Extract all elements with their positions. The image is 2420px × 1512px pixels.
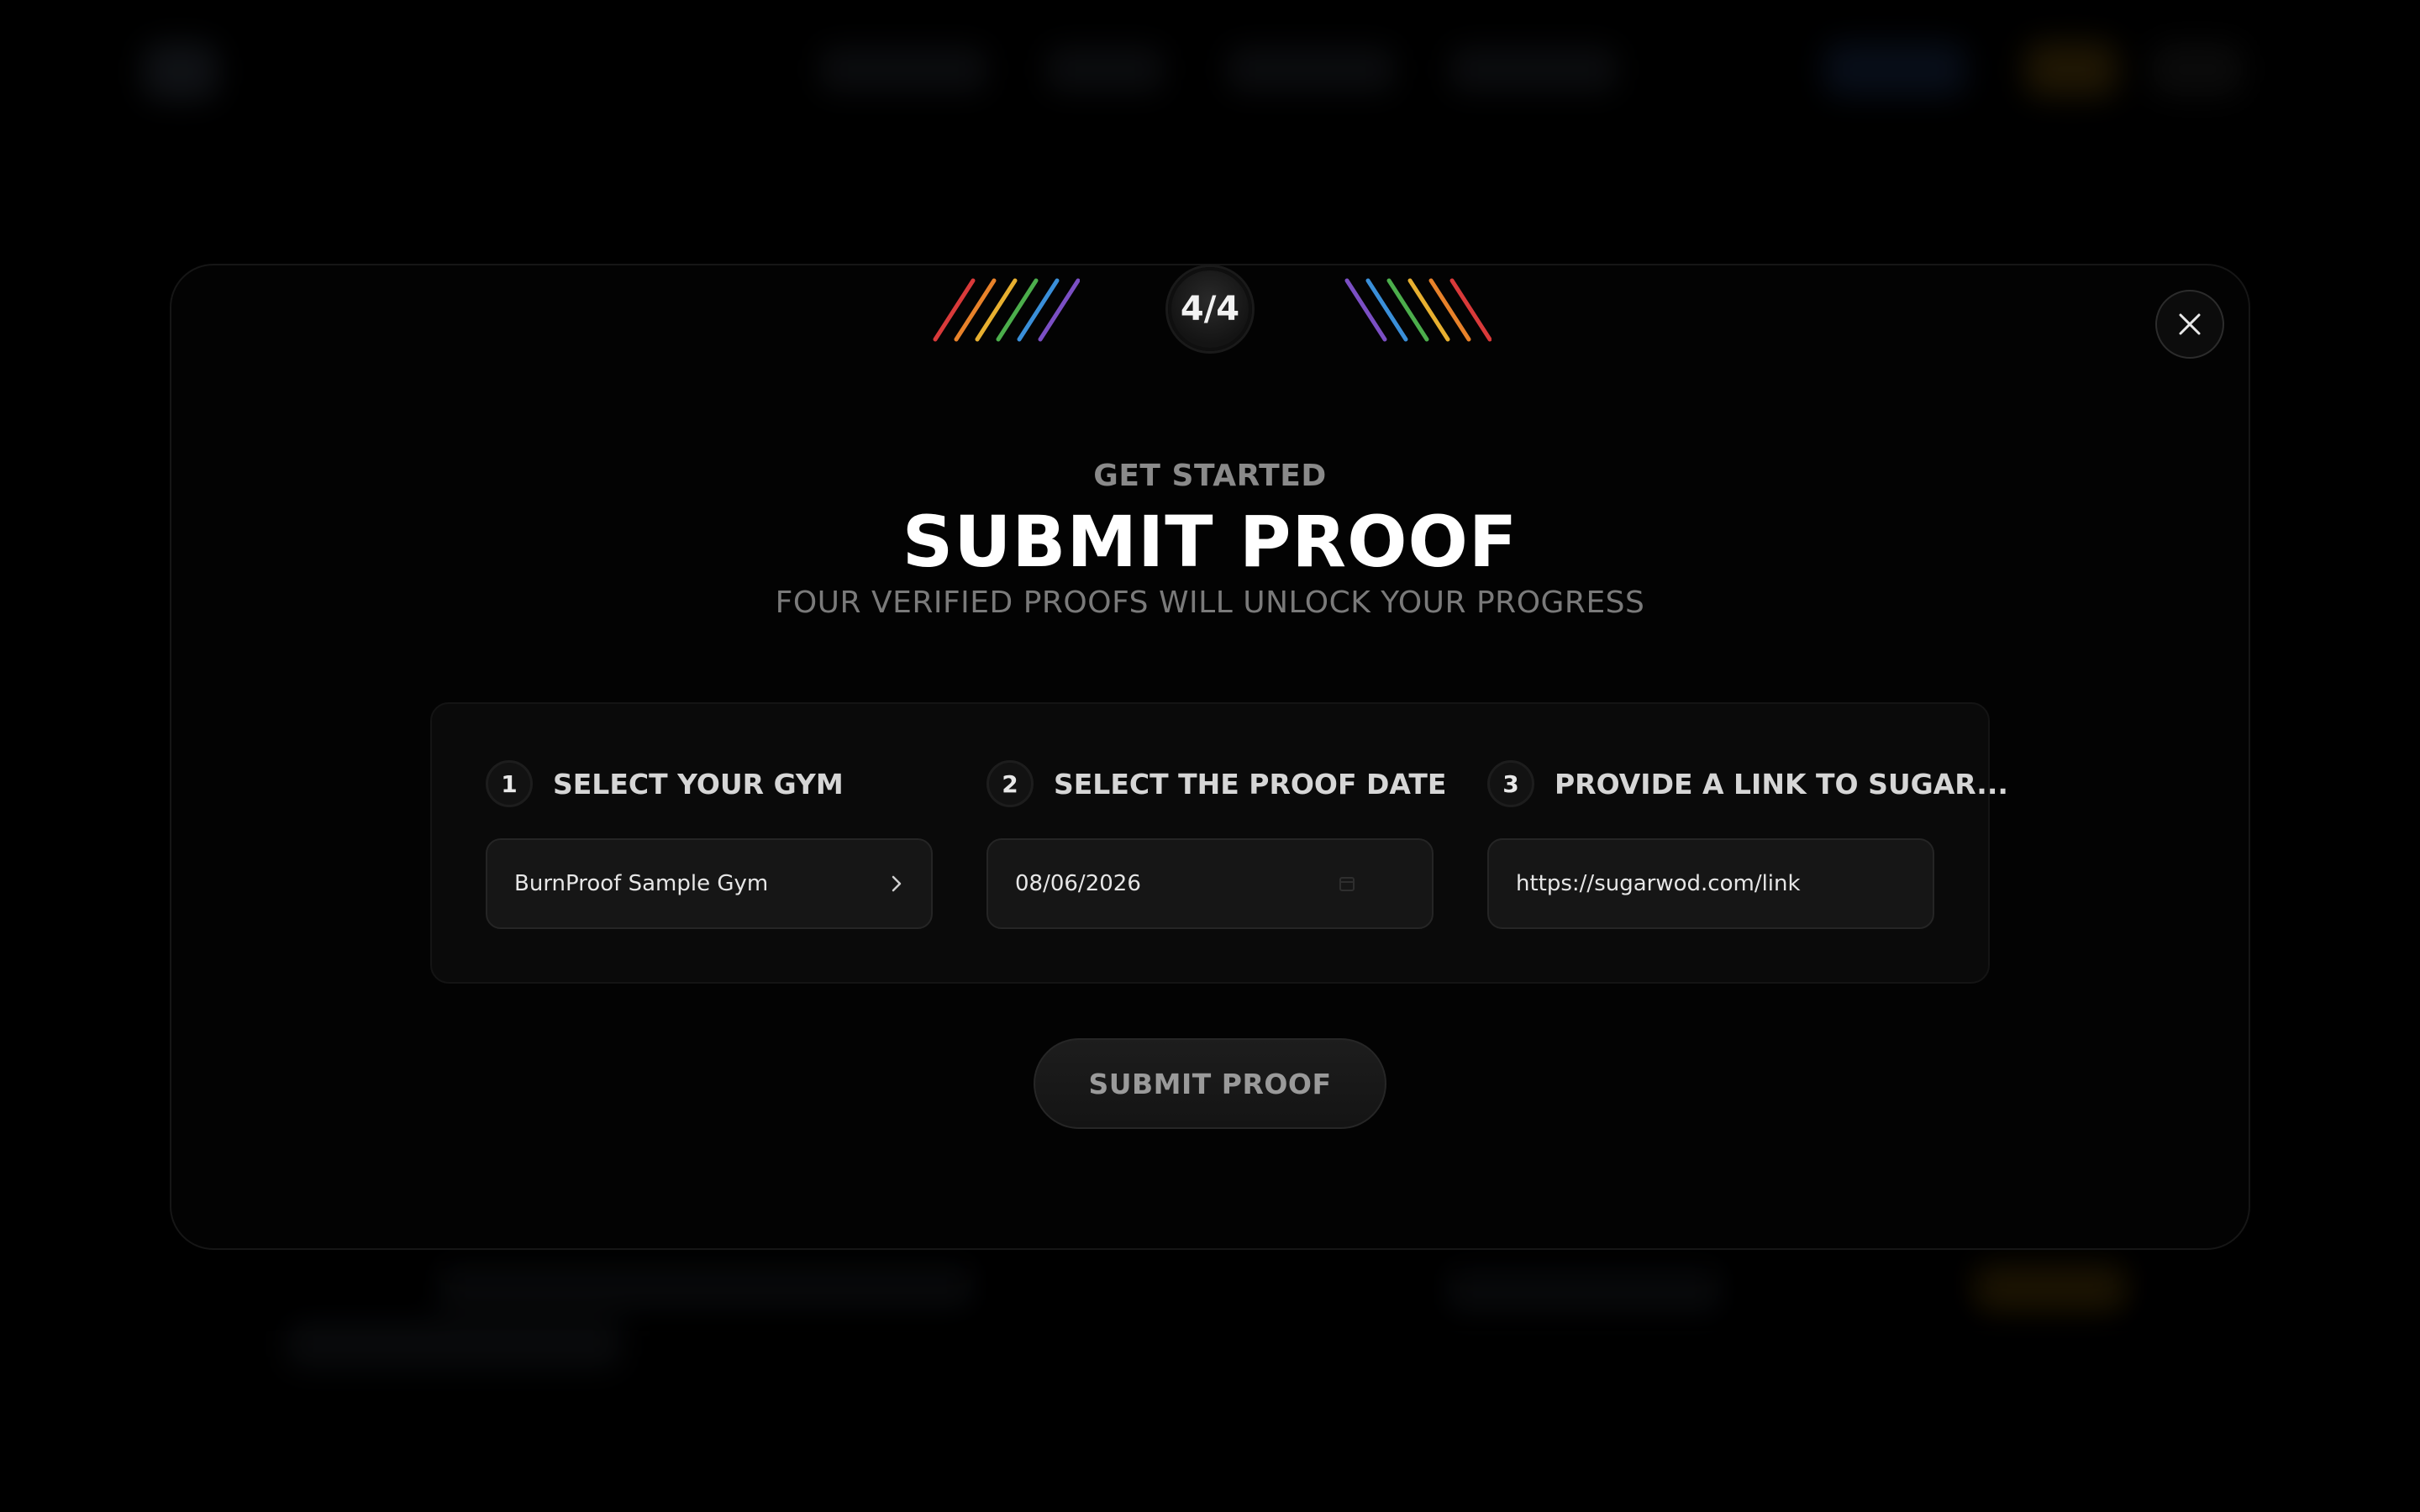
close-icon: [2179, 313, 2201, 335]
background-strip: [437, 1260, 975, 1310]
background-nav-item: [1227, 46, 1395, 92]
modal-subtitle: FOUR VERIFIED PROOFS WILL UNLOCK YOUR PR…: [775, 585, 1645, 620]
step-number-1: 1: [486, 760, 533, 807]
background-pill: [1823, 42, 1966, 97]
step-number-3: 3: [1487, 760, 1534, 807]
right-stripe: [1407, 278, 1450, 342]
proof-date-value: 08/06/2026: [1015, 871, 1141, 896]
gym-select-value: BurnProof Sample Gym: [514, 871, 769, 896]
calendar-icon[interactable]: [1338, 874, 1356, 893]
background-strip: [1975, 1260, 2126, 1310]
date-label-text: SELECT THE PROOF DATE: [1054, 767, 1447, 801]
gym-label-text: SELECT YOUR GYM: [553, 767, 844, 801]
right-rainbow-stripes: [1344, 278, 1491, 342]
background-strip: [286, 1319, 622, 1369]
left-rainbow-stripes: [933, 278, 1080, 342]
submit-proof-button[interactable]: SUBMIT PROOF: [1034, 1038, 1386, 1129]
right-stripe: [1386, 278, 1429, 342]
link-label-text: PROVIDE A LINK TO SUGAR...: [1555, 767, 2008, 801]
background-logo: [143, 42, 218, 101]
gym-field-label: 1 SELECT YOUR GYM: [486, 760, 844, 807]
background-nav-item: [1449, 46, 1618, 92]
gym-select[interactable]: BurnProof Sample Gym: [486, 838, 933, 929]
date-field-label: 2 SELECT THE PROOF DATE: [986, 760, 1446, 807]
left-stripe: [975, 278, 1018, 342]
modal-title: SUBMIT PROOF: [902, 501, 1518, 583]
left-stripe: [1038, 278, 1080, 342]
background-strip: [1445, 1264, 1723, 1315]
left-stripe: [954, 278, 997, 342]
background-pill: [2151, 42, 2244, 97]
modal-eyebrow: GET STARTED: [1093, 459, 1327, 493]
proof-date-input[interactable]: 08/06/2026: [986, 838, 1434, 929]
step-number-2: 2: [986, 760, 1034, 807]
sugarwod-link-value: https://sugarwod.com/link: [1516, 871, 1801, 896]
sugarwod-link-input[interactable]: https://sugarwod.com/link: [1487, 838, 1934, 929]
left-stripe: [996, 278, 1039, 342]
link-field-label: 3 PROVIDE A LINK TO SUGAR...: [1487, 760, 2008, 807]
right-stripe: [1365, 278, 1408, 342]
right-stripe: [1344, 278, 1387, 342]
left-stripe: [933, 278, 976, 342]
right-stripe: [1449, 278, 1491, 342]
right-stripe: [1428, 278, 1471, 342]
background-pill: [2025, 42, 2118, 97]
background-nav-item: [1046, 46, 1164, 92]
background-nav-item: [819, 46, 987, 92]
close-button[interactable]: [2155, 290, 2224, 359]
chevron-right-icon: [892, 875, 902, 892]
step-counter-badge: 4/4: [1168, 267, 1252, 351]
left-stripe: [1017, 278, 1060, 342]
